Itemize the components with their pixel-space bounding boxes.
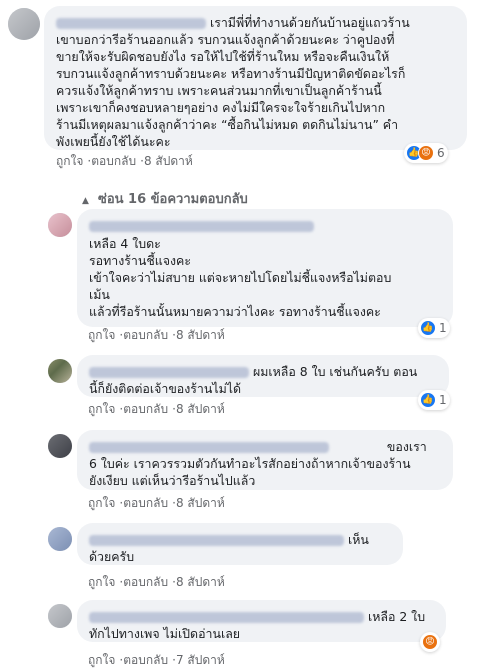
- comment-line: นี้ก็ยังติดต่อเจ้าของร้านไม่ได้: [89, 381, 242, 396]
- comment-actions: ถูกใจ ·ตอบกลับ ·8 สัปดาห์: [88, 496, 225, 510]
- comment-line: เห็น: [89, 531, 391, 548]
- comment-line: ทักไปทางเพจ ไม่เปิดอ่านเลย: [89, 626, 241, 641]
- comment-line: เขาบอกว่ารีอร้านออกแล้ว รบกวนแจ้งลูกค้าด…: [56, 32, 395, 47]
- like-button[interactable]: ถูกใจ: [88, 575, 115, 589]
- timestamp[interactable]: 7 สัปดาห์: [176, 653, 225, 667]
- comment-line: ด้วยครับ: [89, 549, 135, 564]
- reaction-summary[interactable]: 👍 1: [418, 318, 450, 338]
- like-icon: 👍: [420, 392, 436, 408]
- reply-bubble: เหลือ 2 ใบ ทักไปทางเพจ ไม่เปิดอ่านเลย: [77, 600, 446, 642]
- hide-replies-button[interactable]: ▲ ซ่อน 16 ข้อความตอบกลับ: [82, 188, 248, 209]
- comment-text: ของเรา: [386, 439, 427, 454]
- comment-line: แล้วที่รีอร้านนั้นหมายความว่าไงคะ รอทางร…: [89, 304, 381, 319]
- commenter-name[interactable]: [89, 367, 249, 378]
- reply-button[interactable]: ตอบกลับ: [91, 154, 136, 168]
- comment-line: ยังเงียบ แต่เห็นว่ารีอร้านไปแล้ว: [89, 473, 256, 488]
- reaction-count: 6: [437, 146, 445, 160]
- comment-line: เหลือ 2 ใบ: [89, 608, 434, 625]
- comment-line: ผมเหลือ 8 ใบ เช่นกันครับ ตอน: [89, 363, 437, 380]
- avatar[interactable]: [48, 527, 72, 551]
- comment-text: เห็น: [347, 532, 369, 547]
- comment-text: ผมเหลือ 8 ใบ เช่นกันครับ ตอน: [252, 364, 418, 379]
- reply-button[interactable]: ตอบกลับ: [123, 496, 168, 510]
- timestamp[interactable]: 8 สัปดาห์: [176, 402, 225, 416]
- hide-replies-label: ซ่อน 16 ข้อความตอบกลับ: [98, 192, 248, 207]
- comment-line: เรามีพี่ที่ทำงานด้วยกันบ้านอยู่แถวร้าน: [56, 14, 455, 31]
- avatar[interactable]: [8, 8, 40, 40]
- like-button[interactable]: ถูกใจ: [88, 653, 115, 667]
- reply-bubble: ผมเหลือ 8 ใบ เช่นกันครับ ตอน นี้ก็ยังติด…: [77, 355, 449, 397]
- commenter-name[interactable]: [56, 18, 206, 29]
- reply-bubble: เหลือ 4 ใบดะ รอทางร้านชี้แจงคะ เข้าใจคะว…: [77, 209, 453, 327]
- comment-actions: ถูกใจ ·ตอบกลับ ·8 สัปดาห์: [56, 154, 193, 168]
- timestamp[interactable]: 8 สัปดาห์: [176, 575, 225, 589]
- chevron-up-icon: ▲: [82, 196, 89, 206]
- avatar[interactable]: [48, 434, 72, 458]
- comment-line: พังเพยนี้ยังใช้ได้นะคะ: [56, 134, 171, 149]
- reaction-summary[interactable]: 😡: [420, 632, 440, 652]
- comment-line: ร้านมีเหตุผลมาแจ้งลูกค้าว่าคะ “ซื้อกินไม…: [56, 117, 399, 132]
- comment-actions: ถูกใจ ·ตอบกลับ ·8 สัปดาห์: [88, 575, 225, 589]
- comment-bubble: เรามีพี่ที่ทำงานด้วยกันบ้านอยู่แถวร้าน เ…: [44, 6, 467, 150]
- commenter-name[interactable]: [89, 442, 329, 453]
- comment-line: รอทางร้านชี้แจงคะ: [89, 253, 192, 268]
- comment-text: เรามีพี่ที่ทำงานด้วยกันบ้านอยู่แถวร้าน: [209, 15, 410, 30]
- like-button[interactable]: ถูกใจ: [56, 154, 83, 168]
- comment-actions: ถูกใจ ·ตอบกลับ ·7 สัปดาห์: [88, 653, 225, 667]
- comment-line: เพราะเขาก็คงชอบหลายๆอย่าง คงไม่มีใครจะใจ…: [56, 100, 386, 115]
- avatar[interactable]: [48, 604, 72, 628]
- timestamp[interactable]: 8 สัปดาห์: [176, 328, 225, 342]
- angry-icon: 😡: [418, 145, 434, 161]
- commenter-name[interactable]: [89, 535, 344, 546]
- comment-line: เข้าใจคะว่าไม่สบาย แต่จะหายไปโดยไม่ชี้แจ…: [89, 270, 392, 285]
- comment-line: ของเรา: [89, 438, 441, 455]
- comment-line: 6 ใบค่ะ เราควรรวมตัวกันทำอะไรสักอย่างถ้า…: [89, 456, 411, 471]
- reply-button[interactable]: ตอบกลับ: [123, 402, 168, 416]
- reply-bubble: ของเรา 6 ใบค่ะ เราควรรวมตัวกันทำอะไรสักอ…: [77, 430, 453, 490]
- like-icon: 👍: [420, 320, 436, 336]
- reply-button[interactable]: ตอบกลับ: [123, 328, 168, 342]
- reaction-summary[interactable]: 👍 😡 6: [404, 143, 448, 163]
- comment-actions: ถูกใจ ·ตอบกลับ ·8 สัปดาห์: [88, 328, 225, 342]
- reaction-count: 1: [439, 321, 447, 335]
- angry-icon: 😡: [422, 634, 438, 650]
- commenter-name[interactable]: [89, 221, 314, 232]
- comment-line: ขายให้จะรับผิดชอบยังไง รอให้ไปใช้ที่ร้าน…: [56, 49, 390, 64]
- commenter-name[interactable]: [89, 612, 364, 623]
- reply-bubble: เห็น ด้วยครับ: [77, 523, 403, 565]
- reaction-count: 1: [439, 393, 447, 407]
- timestamp[interactable]: 8 สัปดาห์: [144, 154, 193, 168]
- comment-line: เหลือ 4 ใบดะ: [89, 236, 161, 251]
- comment-line: เม้น: [89, 287, 110, 302]
- avatar[interactable]: [48, 359, 72, 383]
- avatar[interactable]: [48, 213, 72, 237]
- reply-button[interactable]: ตอบกลับ: [123, 653, 168, 667]
- comment-line: ควรแจ้งให้ลูกค้าทราบ เพราะคนส่วนมากที่เข…: [56, 83, 382, 98]
- like-button[interactable]: ถูกใจ: [88, 496, 115, 510]
- comment-text: เหลือ 2 ใบ: [367, 609, 426, 624]
- timestamp[interactable]: 8 สัปดาห์: [176, 496, 225, 510]
- reply-button[interactable]: ตอบกลับ: [123, 575, 168, 589]
- comment-actions: ถูกใจ ·ตอบกลับ ·8 สัปดาห์: [88, 402, 225, 416]
- like-button[interactable]: ถูกใจ: [88, 402, 115, 416]
- like-button[interactable]: ถูกใจ: [88, 328, 115, 342]
- reaction-summary[interactable]: 👍 1: [418, 390, 450, 410]
- comment-line: รบกวนแจ้งลูกค้าทราบด้วยนะคะ หรือทางร้านม…: [56, 66, 406, 81]
